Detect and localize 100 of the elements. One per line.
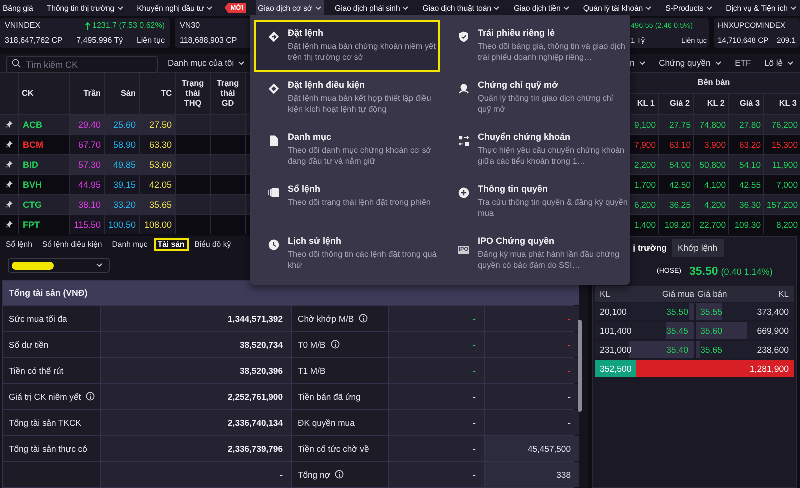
bid-volume: 231,000 <box>600 344 632 354</box>
ask-price: 35.60 <box>700 326 723 336</box>
bid-price: 35.50 <box>666 306 688 316</box>
column-header: KL <box>778 289 789 299</box>
table-cell: 58.90 <box>105 135 139 154</box>
last-price: 35.50 <box>690 266 718 278</box>
menu-item[interactable]: Thông tin quyền Tra cứu thông tin quyền & đăng ký quyền mua <box>444 176 630 228</box>
column-header: CK <box>19 73 69 114</box>
stock-symbol[interactable]: FPT <box>23 220 40 230</box>
table-cell: 63.20 <box>729 135 763 154</box>
table-cell: 1,344,571,392 <box>101 306 291 331</box>
menu-item-title: Danh mục <box>288 132 333 142</box>
search-field[interactable]: Tìm kiếm CK <box>6 56 158 73</box>
pin-icon <box>6 181 12 188</box>
menu-item[interactable]: Danh mục Theo dõi danh mục chứng khoán cơ sở đang đầu tư và nắm giữ <box>254 124 440 176</box>
column-header: Giá 3 <box>729 94 763 114</box>
table-cell: 100.50 <box>105 215 139 234</box>
table-cell: - <box>389 436 484 461</box>
table-cell: 39.15 <box>105 175 139 194</box>
transfer-icon <box>458 135 470 147</box>
document-icon <box>268 135 280 147</box>
scrollbar[interactable] <box>578 320 582 412</box>
table-cell: 115.50 <box>70 215 104 234</box>
menu-item[interactable]: Trái phiếu riêng lẻ Theo dõi bảng giá, thông tin và giao dịch trái phiếu doanh nghiệp riêng… <box>444 20 630 72</box>
table-cell: 6,200 <box>628 195 658 214</box>
menu-item-description: Theo dõi bảng giá, thông tin và giao dịch trái phiếu doanh nghiệp riêng… <box>478 41 626 63</box>
table-cell: 7,000 <box>764 175 800 194</box>
menu-item-description: Thực hiện yêu cầu chuyển chứng khoán giữa các tiểu khoản trong 1… <box>478 145 626 167</box>
table-cell: 42.50 <box>659 175 693 194</box>
table-cell <box>176 115 210 134</box>
index-card[interactable]: VNINDEX 1231.7 (7.53 0.62%) 318,647,762 CP 7,495.996 Tỷ Liên tục <box>0 18 170 48</box>
table-cell <box>176 215 210 234</box>
table-cell: 36.25 <box>659 195 693 214</box>
menu-item-title: Lịch sử lệnh <box>288 236 343 246</box>
menu-item-description: Theo dõi thông tin các lệnh đặt trong quá khứ <box>288 249 438 271</box>
chevron-down-icon <box>238 60 246 66</box>
table-cell: 45,457,500 <box>485 436 579 461</box>
order-icon <box>268 31 280 43</box>
menu-item[interactable]: Sổ lệnh Theo dõi trạng thái lệnh đặt trong phiên <box>254 176 440 228</box>
cards-icon <box>268 187 280 199</box>
table-cell: 1,400 <box>628 215 658 234</box>
table-cell: - <box>101 462 291 487</box>
stock-symbol[interactable]: CTG <box>23 200 42 210</box>
index-volume: 318,647,762 CP <box>5 36 63 45</box>
table-cell: - <box>389 462 484 487</box>
menu-item[interactable]: Lịch sử lệnh Theo dõi thông tin các lệnh đặt trong quá khứ <box>254 228 440 280</box>
cell-label: Tổng nợ <box>298 470 330 480</box>
watchlist-dropdown[interactable]: Danh mục của tôi <box>168 58 246 68</box>
buy-volume-bar: 352,500 <box>595 360 636 377</box>
filter-tab[interactable]: Lô lẻ <box>764 58 794 68</box>
account-select[interactable] <box>8 258 110 273</box>
table-cell: - <box>485 410 579 435</box>
index-name: VNINDEX <box>5 21 41 30</box>
panel-tab[interactable]: Khớp lệnh <box>672 239 724 257</box>
menu-item-description: Theo dõi danh mục chứng khoán cơ sở đang đầu tư và nắm giữ <box>288 145 433 167</box>
cell-label: T1 M/B <box>298 366 326 376</box>
table-title: Tổng tài sản (VNĐ) <box>3 281 579 305</box>
index-change: 1231.7 (7.53 0.62%) <box>84 21 165 30</box>
column-header: Sàn <box>105 73 139 114</box>
cell-label: Tổng tài sản TKCK <box>9 418 82 428</box>
filter-tab[interactable]: Chứng quyền <box>659 58 722 68</box>
table-cell <box>176 195 210 214</box>
table-cell: - <box>485 306 579 331</box>
bid-volume: 101,400 <box>600 326 632 336</box>
menu-item[interactable]: Đặt lệnh điều kiện Đặt lệnh mua bán kết hợp thiết lập điều kiện kích hoạt lệnh tự động <box>254 72 440 124</box>
menu-item-title: Chứng chỉ quỹ mở <box>478 80 560 90</box>
column-header: Giá 2 <box>659 94 693 114</box>
bid-volume: 20,100 <box>600 306 627 316</box>
stock-symbol[interactable]: BID <box>23 160 38 170</box>
clock-icon <box>268 239 280 251</box>
table-cell: 4,100 <box>694 175 728 194</box>
column-header: Trạng thái GD <box>211 73 245 114</box>
cell-label: Tiền có thể rút <box>9 366 64 376</box>
table-cell: 27.80 <box>729 115 763 134</box>
cell-label: T0 M/B <box>298 340 326 350</box>
table-cell: 38,520,396 <box>101 358 291 383</box>
menu-item-title: Trái phiếu riêng lẻ <box>478 28 556 38</box>
ask-volume: 373,400 <box>757 306 789 316</box>
menu-item[interactable]: Chuyển chứng khoán Thực hiện yêu cầu chuyển chứng khoán giữa các tiểu khoản trong 1… <box>444 124 630 176</box>
menu-item[interactable]: Chứng chỉ quỹ mở Quản lý thông tin giao dịch chứng chỉ quỹ mở <box>444 72 630 124</box>
menu-item-description: Quản lý thông tin giao dịch chứng chỉ quỹ mở <box>478 93 614 115</box>
table-cell: 157,200 <box>764 195 800 214</box>
table-cell: 7,900 <box>628 135 658 154</box>
table-cell: - <box>485 332 579 357</box>
table-cell: 74,800 <box>694 115 728 134</box>
table-cell: 50,800 <box>694 155 728 174</box>
column-header: KL <box>600 289 612 299</box>
cell-label: Tiền cổ tức chờ về <box>298 444 370 454</box>
filter-tab[interactable]: n <box>630 58 646 68</box>
table-cell: 63.30 <box>140 135 175 154</box>
price-change: (0.40 1.14%) <box>721 266 773 276</box>
bid-price: 35.45 <box>666 326 688 336</box>
pin-icon <box>6 221 12 228</box>
index-session: Liên tục <box>136 36 165 45</box>
menu-item[interactable]: Đặt lệnh Đặt lệnh mua bán chứng khoán niêm yết trên thị trường cơ sở <box>254 20 440 72</box>
menu-item-title: Thông tin quyền <box>478 184 549 194</box>
table-cell: 42.05 <box>140 175 175 194</box>
table-cell: - <box>389 358 484 383</box>
filter-tab[interactable]: ETF <box>735 58 752 68</box>
cell-label: Tổng tài sản thực có <box>9 444 88 454</box>
